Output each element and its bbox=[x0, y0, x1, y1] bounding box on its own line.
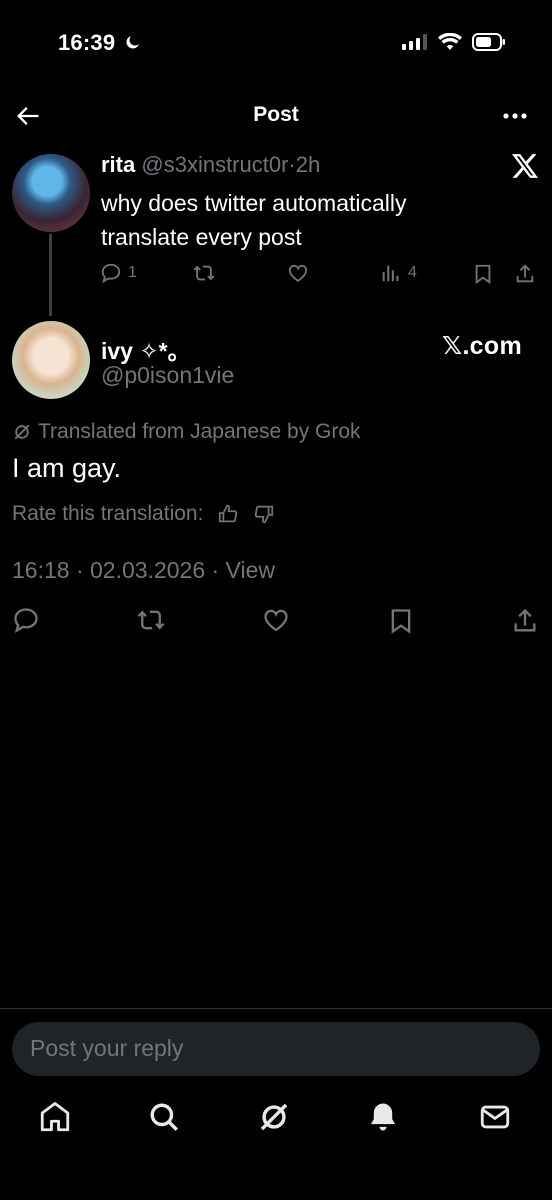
translation-notice: Translated from Japanese by Grok bbox=[12, 420, 361, 444]
thumbs-up-icon bbox=[219, 504, 238, 523]
author-handle[interactable]: @p0ison1vie bbox=[101, 362, 234, 389]
signal-icon bbox=[402, 34, 428, 50]
post-text: I am gay. bbox=[12, 453, 122, 483]
bookmark-button[interactable] bbox=[387, 606, 415, 636]
thumbs-down-icon bbox=[255, 505, 274, 524]
status-indicators bbox=[402, 33, 506, 51]
page-title: Post bbox=[253, 103, 299, 126]
battery-icon bbox=[472, 33, 506, 51]
repost-icon bbox=[137, 610, 165, 630]
repost-button[interactable] bbox=[136, 606, 166, 634]
repost-button[interactable] bbox=[192, 262, 216, 284]
rate-translation: Rate this translation: bbox=[12, 502, 275, 526]
share-icon bbox=[516, 264, 534, 283]
bookmark-button[interactable] bbox=[472, 262, 494, 286]
heart-icon bbox=[264, 609, 288, 632]
avatar[interactable] bbox=[12, 154, 90, 232]
share-button[interactable] bbox=[514, 262, 536, 286]
quoted-post-author: rita @s3xinstruct0r·2h bbox=[101, 152, 320, 178]
thumbs-down-button[interactable] bbox=[253, 503, 275, 525]
translated-label: Translated from Japanese by Grok bbox=[38, 420, 361, 443]
grok-icon bbox=[14, 424, 30, 440]
tab-home[interactable] bbox=[38, 1100, 72, 1134]
search-icon bbox=[150, 1103, 178, 1131]
reply-button[interactable]: 1 bbox=[100, 262, 137, 284]
reply-icon bbox=[101, 263, 121, 284]
thumbs-up-button[interactable] bbox=[217, 503, 239, 525]
x-logo-icon bbox=[512, 154, 538, 178]
bookmark-icon bbox=[475, 264, 491, 285]
watermark: 𝕏.com bbox=[442, 332, 522, 360]
avatar[interactable] bbox=[12, 321, 90, 399]
wifi-icon bbox=[438, 33, 462, 51]
divider bbox=[0, 1008, 552, 1009]
grok-icon bbox=[260, 1103, 288, 1131]
reply-placeholder: Post your reply bbox=[30, 1035, 184, 1061]
tab-notifications[interactable] bbox=[366, 1100, 400, 1134]
views-icon bbox=[382, 265, 399, 282]
quoted-post-text: why does twitter automatically translate… bbox=[101, 190, 407, 250]
moon-icon bbox=[124, 33, 142, 51]
share-button[interactable] bbox=[511, 606, 539, 636]
reply-count: 1 bbox=[128, 264, 137, 281]
reply-button[interactable] bbox=[12, 606, 40, 634]
quoted-post-actions: 1 4 bbox=[100, 262, 540, 288]
separator-dot: · bbox=[288, 152, 296, 177]
tab-grok[interactable] bbox=[257, 1100, 291, 1134]
like-button[interactable] bbox=[262, 606, 290, 634]
more-horizontal-icon bbox=[503, 113, 527, 119]
share-icon bbox=[514, 608, 536, 632]
author-name[interactable]: rita bbox=[101, 152, 135, 177]
more-button[interactable] bbox=[502, 106, 528, 126]
home-icon bbox=[40, 1102, 70, 1132]
post-actions bbox=[0, 606, 552, 642]
rate-label: Rate this translation: bbox=[12, 502, 204, 525]
views-button[interactable]: 4 bbox=[380, 262, 417, 284]
views-count: 4 bbox=[408, 264, 417, 281]
thread-line bbox=[49, 234, 52, 316]
status-time: 16:39 bbox=[58, 30, 116, 55]
author-handle[interactable]: @s3xinstruct0r bbox=[141, 152, 288, 177]
like-button[interactable] bbox=[286, 262, 310, 284]
post-age: 2h bbox=[295, 152, 321, 177]
reply-icon bbox=[14, 608, 38, 633]
author-name[interactable]: ivy ✧*。 bbox=[101, 332, 191, 366]
tab-search[interactable] bbox=[147, 1100, 181, 1134]
tab-messages[interactable] bbox=[478, 1100, 512, 1134]
mail-icon bbox=[480, 1105, 510, 1129]
bell-icon bbox=[370, 1103, 396, 1131]
bookmark-icon bbox=[391, 609, 411, 634]
repost-icon bbox=[193, 265, 215, 281]
bottom-tab-bar bbox=[0, 1100, 552, 1140]
post-timestamp[interactable]: 16:18 · 02.03.2026 · View bbox=[12, 557, 275, 584]
heart-icon bbox=[288, 264, 308, 282]
